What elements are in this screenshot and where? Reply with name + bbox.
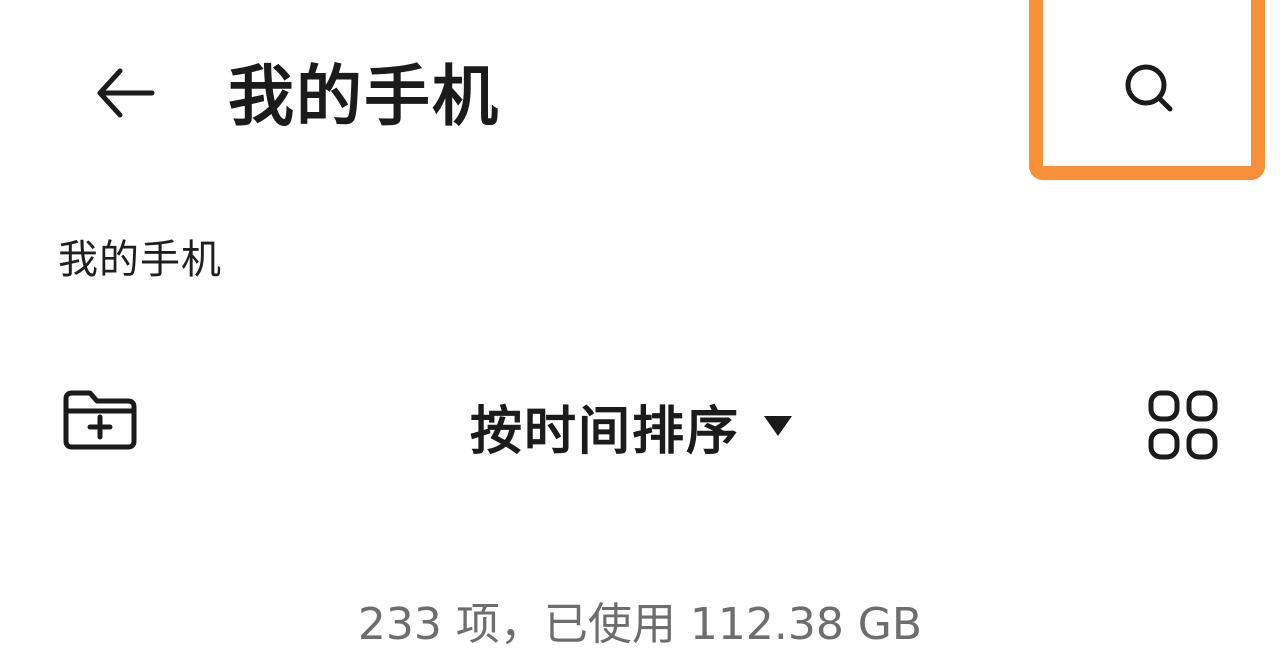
back-button[interactable] <box>78 55 174 135</box>
sort-label: 按时间排序 <box>470 401 741 462</box>
sort-dropdown[interactable]: 按时间排序 <box>470 386 793 466</box>
top-bar: 我的手机 <box>0 0 1280 190</box>
arrow-left-icon <box>90 57 162 133</box>
new-folder-button[interactable] <box>55 382 145 462</box>
breadcrumb[interactable]: 我的手机 <box>58 230 222 290</box>
storage-summary: 233 项，已使用 112.38 GB <box>357 599 923 650</box>
page-title: 我的手机 <box>228 58 500 135</box>
file-toolbar: 按时间排序 <box>0 370 1280 480</box>
caret-down-icon <box>764 416 793 436</box>
grid-view-icon <box>1145 387 1221 467</box>
grid-view-button[interactable] <box>1138 382 1228 472</box>
search-icon <box>1113 52 1189 132</box>
folder-add-icon <box>58 385 142 459</box>
search-button[interactable] <box>1103 52 1199 132</box>
